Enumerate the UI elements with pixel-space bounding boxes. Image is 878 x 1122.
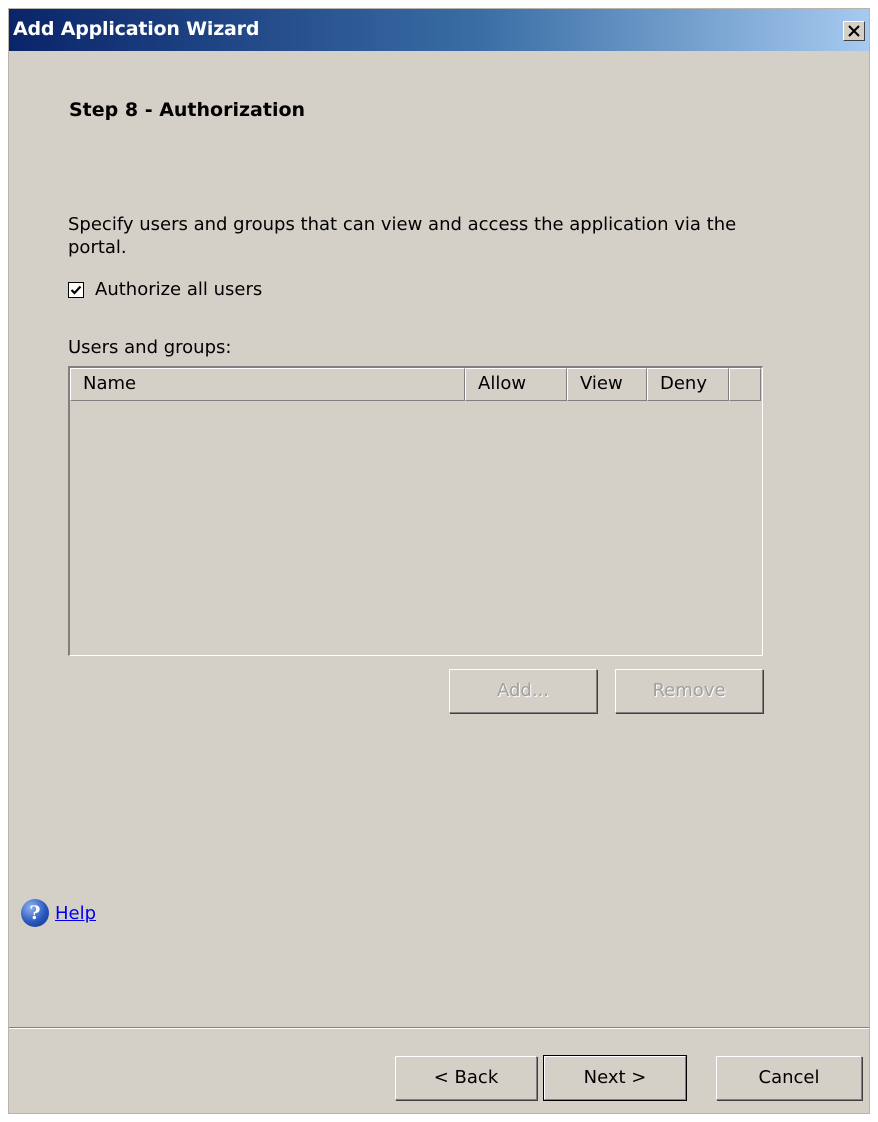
list-header: Name Allow View Deny (70, 368, 761, 402)
column-header-deny[interactable]: Deny (647, 368, 729, 401)
remove-button[interactable]: Remove (615, 669, 763, 713)
column-header-filler (729, 368, 761, 401)
close-button[interactable] (843, 21, 865, 41)
help-icon: ? (21, 899, 49, 927)
authorize-all-label[interactable]: Authorize all users (95, 279, 262, 300)
column-header-allow[interactable]: Allow (465, 368, 567, 401)
back-button[interactable]: < Back (395, 1056, 537, 1100)
help-link[interactable]: Help (55, 903, 96, 924)
title-bar[interactable]: Add Application Wizard (9, 9, 869, 51)
authorize-all-checkbox[interactable] (68, 281, 84, 298)
wizard-window: Add Application Wizard Step 8 - Authoriz… (8, 8, 870, 1114)
footer-separator (9, 1027, 869, 1029)
add-button[interactable]: Add... (449, 669, 597, 713)
help-row: ? Help (21, 899, 96, 927)
description-text: Specify users and groups that can view a… (68, 214, 737, 258)
column-header-name[interactable]: Name (70, 368, 465, 401)
column-header-view[interactable]: View (567, 368, 647, 401)
cancel-button[interactable]: Cancel (716, 1056, 862, 1100)
window-title: Add Application Wizard (13, 18, 260, 40)
next-button[interactable]: Next > (543, 1055, 687, 1101)
authorize-all-row[interactable]: Authorize all users (68, 279, 262, 300)
checkmark-icon (70, 285, 82, 295)
close-icon (848, 25, 860, 37)
users-groups-label: Users and groups: (68, 337, 232, 358)
users-groups-list[interactable]: Name Allow View Deny (68, 366, 763, 656)
step-title: Step 8 - Authorization (69, 99, 306, 121)
